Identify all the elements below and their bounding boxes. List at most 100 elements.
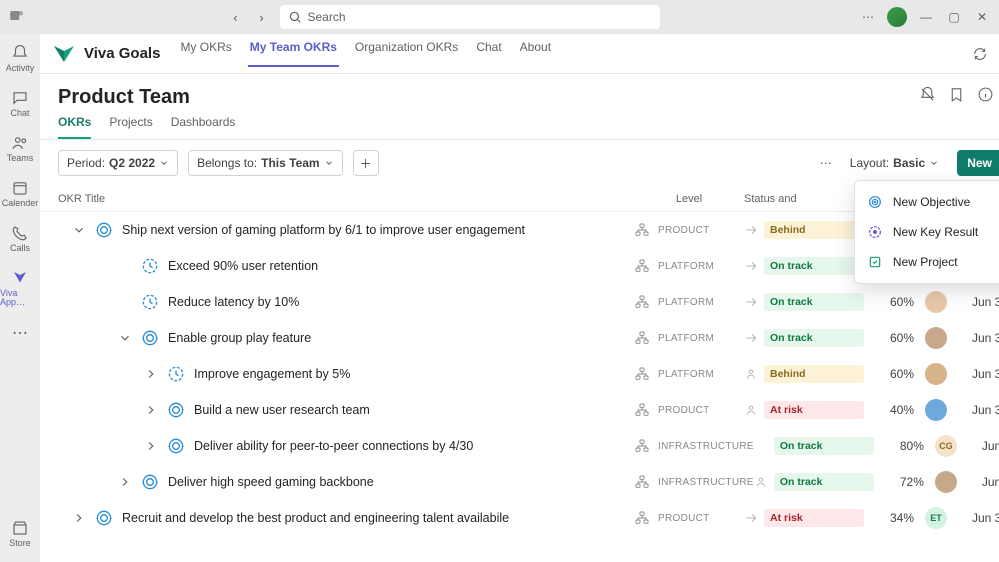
filterbar-more[interactable]: ⋯ — [820, 156, 832, 170]
objective-icon — [94, 508, 114, 528]
status-label: At risk — [770, 404, 803, 416]
owner-avatar[interactable]: CG — [935, 435, 957, 457]
global-search[interactable]: Search — [280, 5, 660, 29]
apptab-my-team-okrs[interactable]: My Team OKRs — [248, 40, 339, 67]
okr-row[interactable]: Reduce latency by 10%PLATFORMOn track60%… — [58, 284, 999, 320]
rail-calls[interactable]: Calls — [0, 220, 40, 257]
filter-period[interactable]: Period: Q2 2022 — [58, 150, 178, 176]
window-minimize[interactable]: — — [917, 8, 935, 26]
objective-icon — [867, 194, 883, 210]
status-label: On track — [770, 332, 813, 344]
okr-row[interactable]: Deliver ability for peer-to-peer connect… — [58, 428, 999, 464]
owner-avatar[interactable] — [925, 363, 947, 385]
person-icon — [744, 403, 758, 417]
add-filter[interactable]: ＋ — [353, 150, 379, 176]
due-date: Jun 30 — [958, 295, 999, 309]
colhdr-level: Level — [634, 193, 744, 205]
mute-icon[interactable] — [919, 86, 936, 103]
okr-row[interactable]: Recruit and develop the best product and… — [58, 500, 999, 536]
org-icon — [634, 258, 650, 274]
chevron-right-icon[interactable] — [144, 403, 158, 417]
rail-chat[interactable]: Chat — [0, 85, 40, 122]
status-label: On track — [780, 476, 823, 488]
call-icon — [11, 224, 29, 242]
objective-icon — [166, 436, 186, 456]
user-avatar[interactable] — [887, 7, 907, 27]
app-header: Viva Goals My OKRs My Team OKRs Organiza… — [40, 34, 999, 74]
rail-more[interactable]: ⋯ — [0, 319, 40, 347]
apptab-org-okrs[interactable]: Organization OKRs — [353, 40, 460, 67]
chevron-down-icon[interactable] — [72, 223, 86, 237]
filter-belongs-to[interactable]: Belongs to: This Team — [188, 150, 343, 176]
chevron-right-icon[interactable] — [144, 367, 158, 381]
org-icon — [634, 330, 650, 346]
okr-level: PLATFORM — [658, 261, 714, 272]
progress-pct: 72% — [874, 475, 924, 489]
apptab-chat[interactable]: Chat — [474, 40, 503, 67]
titlebar-more[interactable]: ⋯ — [859, 8, 877, 26]
due-date: Jun 30 — [958, 331, 999, 345]
pagetab-dashboards[interactable]: Dashboards — [171, 115, 236, 139]
rail-store[interactable]: Store — [0, 515, 40, 552]
rail-teams[interactable]: Teams — [0, 130, 40, 167]
refresh-icon[interactable] — [972, 46, 988, 62]
viva-goals-logo — [52, 42, 76, 66]
okr-level: INFRASTRUCTURE — [658, 441, 754, 452]
share-icon — [744, 259, 758, 273]
apptab-about[interactable]: About — [518, 40, 553, 67]
progress-pct: 60% — [864, 331, 914, 345]
new-button[interactable]: New — [957, 150, 999, 176]
okr-level: PRODUCT — [658, 405, 710, 416]
menu-new-keyresult[interactable]: New Key Result — [855, 217, 999, 247]
chevron-right-icon[interactable] — [144, 439, 158, 453]
info-icon[interactable] — [977, 86, 994, 103]
window-close[interactable]: ✕ — [973, 8, 991, 26]
colhdr-status: Status and — [744, 193, 864, 205]
bookmark-icon[interactable] — [948, 86, 965, 103]
okr-title: Build a new user research team — [194, 403, 370, 417]
progress-pct: 40% — [864, 403, 914, 417]
objective-icon — [140, 472, 160, 492]
colhdr-title: OKR Title — [58, 193, 634, 205]
progress-pct: 34% — [864, 511, 914, 525]
okr-row[interactable]: Improve engagement by 5%PLATFORMBehind60… — [58, 356, 999, 392]
share-icon — [744, 223, 758, 237]
okr-row[interactable]: Enable group play featurePLATFORMOn trac… — [58, 320, 999, 356]
main-panel: Viva Goals My OKRs My Team OKRs Organiza… — [40, 34, 999, 562]
owner-avatar[interactable] — [935, 471, 957, 493]
objective-icon — [140, 328, 160, 348]
chevron-right-icon[interactable] — [118, 475, 132, 489]
owner-avatar[interactable] — [925, 291, 947, 313]
owner-avatar[interactable] — [925, 327, 947, 349]
menu-new-objective[interactable]: New Objective — [855, 187, 999, 217]
okr-row[interactable]: Deliver high speed gaming backboneINFRAS… — [58, 464, 999, 500]
chevron-down-icon — [324, 158, 334, 168]
chevron-down-icon — [159, 158, 169, 168]
chevron-right-icon[interactable] — [72, 511, 86, 525]
person-icon — [754, 475, 768, 489]
chat-icon — [11, 89, 29, 107]
rail-activity[interactable]: Activity — [0, 40, 40, 77]
calendar-icon — [11, 179, 29, 197]
owner-avatar[interactable] — [925, 399, 947, 421]
rail-calendar[interactable]: Calender — [0, 175, 40, 212]
due-date: Jun 30 — [968, 439, 999, 453]
bell-icon — [11, 44, 29, 62]
rail-viva-app[interactable]: Viva App… — [0, 265, 40, 311]
due-date: Jun 30 — [968, 475, 999, 489]
chevron-down-icon[interactable] — [118, 331, 132, 345]
nav-forward[interactable]: › — [252, 7, 272, 27]
menu-new-project[interactable]: New Project — [855, 247, 999, 277]
okr-level: PRODUCT — [658, 225, 710, 236]
owner-avatar[interactable]: ET — [925, 507, 947, 529]
apptab-my-okrs[interactable]: My OKRs — [178, 40, 233, 67]
pagetab-okrs[interactable]: OKRs — [58, 115, 91, 139]
layout-selector[interactable]: Layout: Basic — [842, 150, 947, 176]
window-maximize[interactable]: ▢ — [945, 8, 963, 26]
okr-title: Exceed 90% user retention — [168, 259, 318, 273]
okr-level: PLATFORM — [658, 333, 714, 344]
nav-back[interactable]: ‹ — [226, 7, 246, 27]
okr-row[interactable]: Build a new user research team PRODUCT At … — [58, 392, 999, 428]
status-label: Behind — [770, 368, 806, 380]
pagetab-projects[interactable]: Projects — [109, 115, 152, 139]
